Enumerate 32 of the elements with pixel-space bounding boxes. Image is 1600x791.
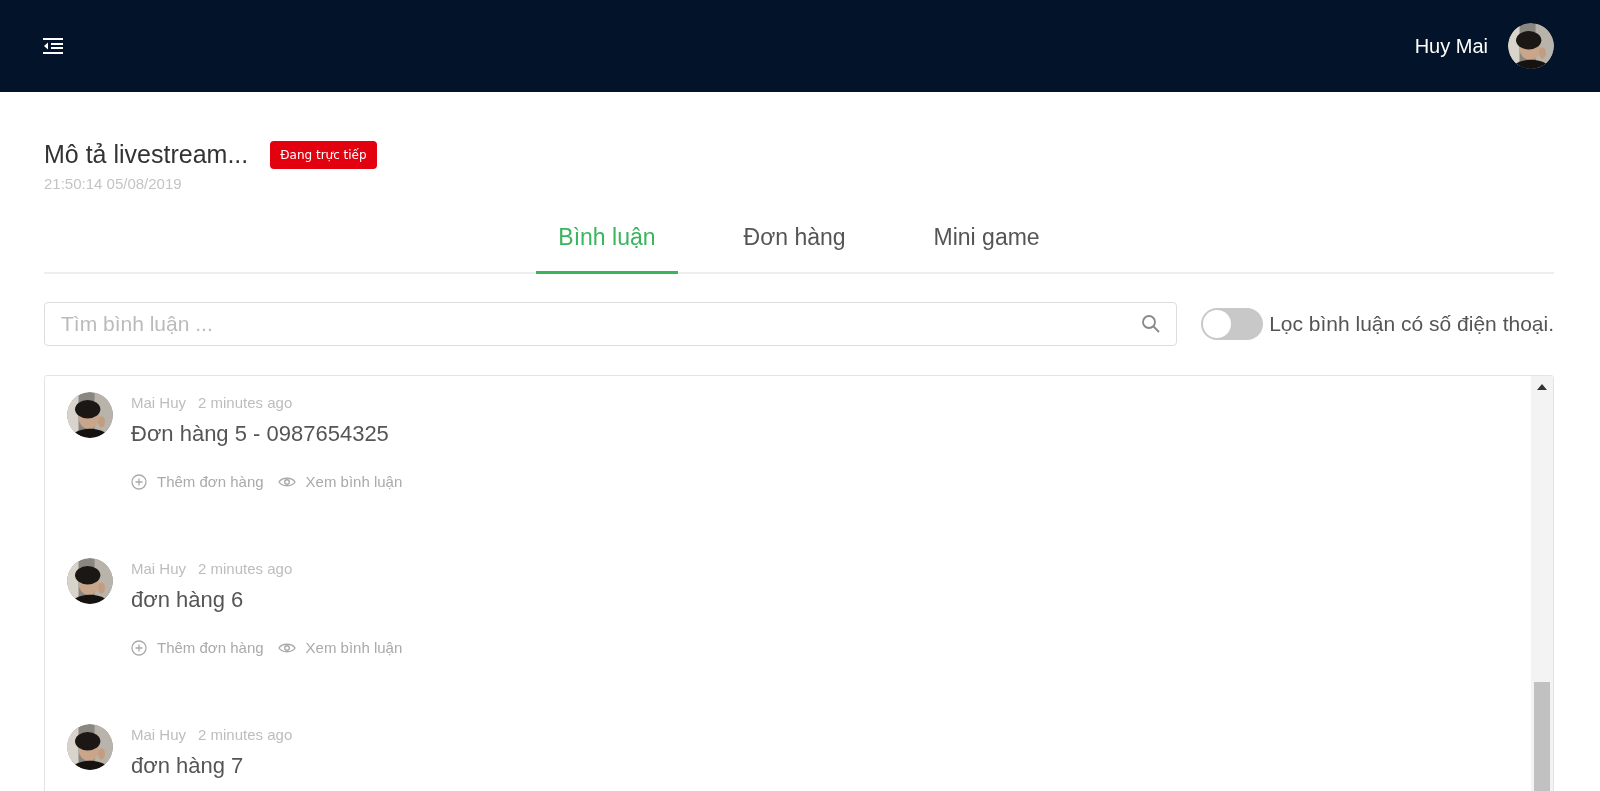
comment-author: Mai Huy xyxy=(131,726,186,743)
comment-author: Mai Huy xyxy=(131,394,186,411)
comment-text: Đơn hàng 5 - 0987654325 xyxy=(131,421,390,447)
scroll-up-icon[interactable] xyxy=(1537,384,1547,390)
search-icon xyxy=(1141,314,1162,334)
search-field[interactable]: Tìm bình luận ... xyxy=(44,302,1178,346)
eye-icon xyxy=(277,641,296,654)
comment-author: Mai Huy xyxy=(131,560,186,577)
stream-timestamp: 21:50:14 05/08/2019 xyxy=(44,175,183,192)
tab[interactable]: Đơn hàng xyxy=(721,214,868,274)
comment-action-link[interactable]: Thêm đơn hàng xyxy=(131,639,264,656)
plus-circle-icon xyxy=(131,639,147,656)
scrollbar-thumb[interactable] xyxy=(1534,682,1550,791)
comment-time: 2 minutes ago xyxy=(198,394,293,411)
comment-action-link[interactable]: Xem bình luận xyxy=(277,473,403,490)
scrollbar[interactable] xyxy=(1531,376,1553,791)
toggle-switch[interactable] xyxy=(1201,308,1264,340)
comment-time: 2 minutes ago xyxy=(198,560,293,577)
comment-time: 2 minutes ago xyxy=(198,726,293,743)
comment-action-link[interactable]: Xem bình luận xyxy=(277,639,403,656)
stream-title: Mô tả livestream... xyxy=(44,140,249,169)
tab[interactable]: Mini game xyxy=(911,214,1062,274)
comment-text: đơn hàng 7 xyxy=(131,753,245,779)
eye-icon xyxy=(277,475,296,488)
plus-circle-icon xyxy=(131,473,147,490)
user-name[interactable]: Huy Mai xyxy=(1414,34,1488,58)
toggle-label: Lọc bình luận có số điện thoại. xyxy=(1269,312,1554,336)
comment-action-link[interactable]: Thêm đơn hàng xyxy=(131,473,264,490)
comment-text: đơn hàng 6 xyxy=(131,587,245,613)
menu-icon[interactable] xyxy=(42,37,64,55)
live-badge: Đang trực tiếp xyxy=(270,140,377,169)
tab[interactable]: Bình luận xyxy=(536,214,678,274)
